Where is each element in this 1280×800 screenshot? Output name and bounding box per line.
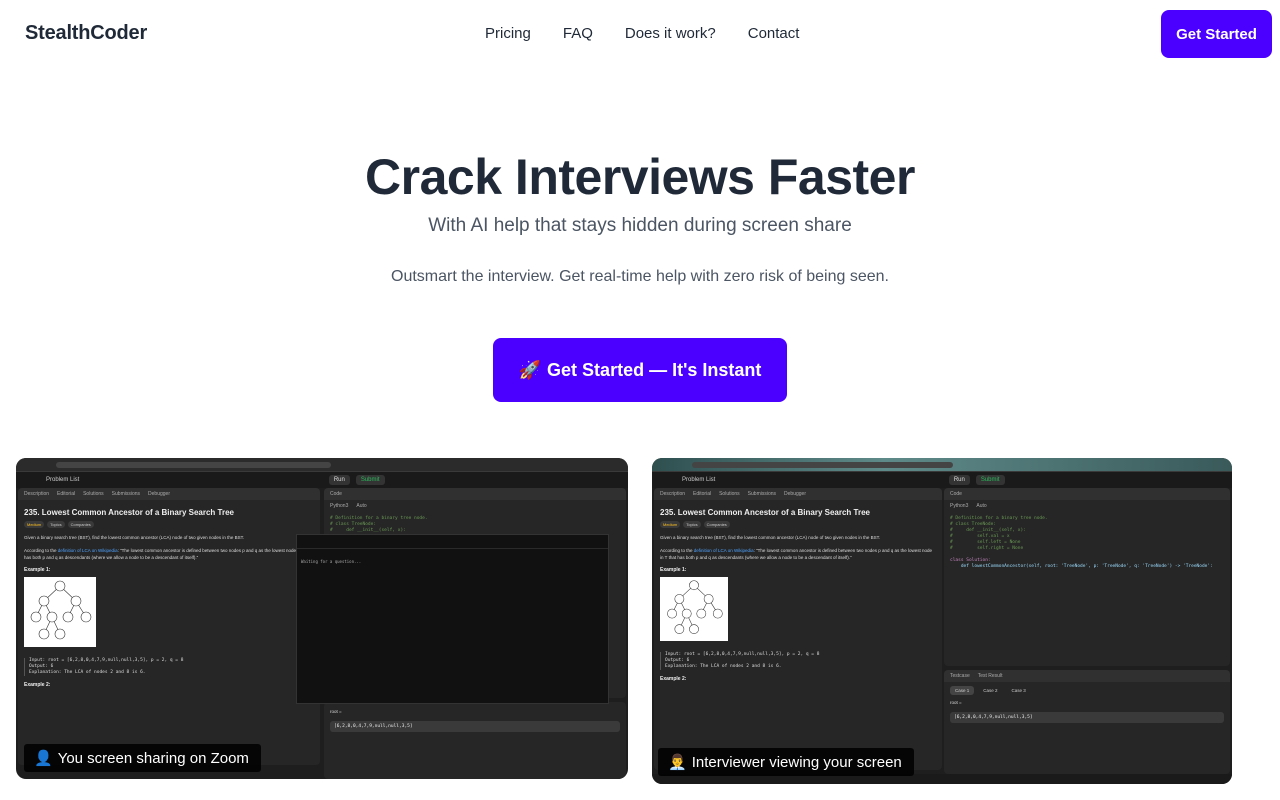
example-1-label: Example 1: xyxy=(660,567,687,573)
overlay-status: Waiting for a question... xyxy=(301,559,362,564)
leetcode-toolbar: Problem List Run Submit xyxy=(16,472,628,488)
interviewer-view-screenshot: Problem List Run Submit Description Edit… xyxy=(652,458,1232,784)
nav-link-does-it-work[interactable]: Does it work? xyxy=(625,25,716,42)
example-1-block: Input: root = [6,2,8,0,4,7,9,null,null,3… xyxy=(24,658,314,676)
submit-label: Submit xyxy=(355,475,385,485)
root-input: [6,2,8,0,4,7,9,null,null,3,5] xyxy=(950,712,1224,723)
testcase-pane: Testcase Test Result Case 1 Case 2 Case … xyxy=(944,670,1230,774)
left-caption: 👤 You screen sharing on Zoom xyxy=(24,744,261,772)
hero-get-started-button[interactable]: 🚀 Get Started — It's Instant xyxy=(493,338,787,402)
example-explanation: Explanation: The LCA of nodes 2 and 8 is… xyxy=(665,664,782,669)
case-2-tab: Case 2 xyxy=(983,688,998,693)
stealthcoder-overlay: Waiting for a question... xyxy=(296,534,609,704)
tab-solutions: Solutions xyxy=(719,491,740,497)
bst-diagram xyxy=(660,577,728,641)
problem-definition: According to the definition of LCA on Wi… xyxy=(660,548,933,560)
tab-solutions: Solutions xyxy=(83,491,104,497)
interviewer-icon: 👨‍💼 xyxy=(668,754,687,771)
testcase-pane: root = [6,2,8,0,4,7,9,null,null,3,5] xyxy=(324,702,626,779)
problem-description: Given a binary search tree (BST), find t… xyxy=(660,535,881,540)
example-1-block: Input: root = [6,2,8,0,4,7,9,null,null,3… xyxy=(660,652,936,670)
submit-label: Submit xyxy=(975,475,1005,485)
case-3-tab: Case 3 xyxy=(1011,688,1026,693)
companies-chip: Companies xyxy=(703,521,730,528)
overlay-header xyxy=(297,535,608,549)
code-tab: Code xyxy=(950,491,962,497)
bst-diagram xyxy=(24,577,96,647)
topics-chip: Topics xyxy=(47,521,65,528)
code-pane: Code Python3 Auto # Definition for a bina… xyxy=(944,488,1230,666)
hero-tagline: Outsmart the interview. Get real-time he… xyxy=(391,268,889,285)
code-tab: Code xyxy=(330,491,342,497)
problem-title: 235. Lowest Common Ancestor of a Binary … xyxy=(24,508,234,517)
nav-link-faq[interactable]: FAQ xyxy=(563,25,593,42)
logo[interactable]: StealthCoder xyxy=(25,22,147,45)
hero-title: Crack Interviews Faster xyxy=(365,149,915,205)
tab-debugger: Debugger xyxy=(784,491,806,497)
root-label: root = xyxy=(950,700,962,705)
right-caption: 👨‍💼 Interviewer viewing your screen xyxy=(658,748,914,776)
problem-list-label: Problem List xyxy=(46,477,80,483)
root-label: root = xyxy=(330,709,342,714)
topics-chip: Topics xyxy=(683,521,701,528)
tab-description: Description xyxy=(660,491,686,497)
example-2-label: Example 2: xyxy=(660,676,687,682)
tab-description: Description xyxy=(24,491,50,497)
hero-subtitle: With AI help that stays hidden during sc… xyxy=(428,215,852,236)
left-caption-text: You screen sharing on Zoom xyxy=(57,749,249,767)
top-nav: StealthCoder Pricing FAQ Does it work? C… xyxy=(0,0,1280,68)
difficulty-chip: Medium xyxy=(660,521,681,528)
nav-link-contact[interactable]: Contact xyxy=(748,25,800,42)
example-1-label: Example 1: xyxy=(24,567,51,573)
problem-definition: According to the definition of LCA on Wi… xyxy=(24,548,314,560)
browser-bar xyxy=(16,458,628,472)
run-label: Run xyxy=(328,475,350,485)
tab-debugger: Debugger xyxy=(148,491,170,497)
description-pane: Description Editorial Solutions Submissi… xyxy=(18,488,320,765)
language-label: Python3 xyxy=(950,503,969,509)
language-label: Python3 xyxy=(330,503,349,509)
root-input: [6,2,8,0,4,7,9,null,null,3,5] xyxy=(330,721,620,732)
get-started-button[interactable]: Get Started xyxy=(1161,10,1272,58)
problem-description: Given a binary search tree (BST), find t… xyxy=(24,535,245,540)
tab-editorial: Editorial xyxy=(57,491,76,497)
browser-bar xyxy=(652,458,1232,472)
testcase-tab: Testcase xyxy=(950,673,970,679)
tab-submissions: Submissions xyxy=(111,491,141,497)
rocket-icon: 🚀 xyxy=(518,359,542,380)
user-icon: 👤 xyxy=(34,750,53,767)
leetcode-toolbar: Problem List Run Submit xyxy=(652,472,1232,488)
companies-chip: Companies xyxy=(67,521,94,528)
problem-title: 235. Lowest Common Ancestor of a Binary … xyxy=(660,508,870,517)
description-pane: Description Editorial Solutions Submissi… xyxy=(654,488,942,770)
example-explanation: Explanation: The LCA of nodes 2 and 8 is… xyxy=(29,670,146,675)
tab-submissions: Submissions xyxy=(747,491,777,497)
tab-editorial: Editorial xyxy=(693,491,712,497)
example-2-label: Example 2: xyxy=(24,682,51,688)
hero-cta-label: Get Started — It's Instant xyxy=(547,359,762,380)
test-result-tab: Test Result xyxy=(977,673,1003,679)
right-caption-text: Interviewer viewing your screen xyxy=(691,753,902,771)
auto-label: Auto xyxy=(356,503,367,509)
zoom-share-screenshot: Problem List Run Submit Description Edit… xyxy=(16,458,628,779)
case-1-tab: Case 1 xyxy=(950,686,975,695)
code-editor: # Definition for a binary tree node. # c… xyxy=(950,516,1213,569)
nav-links: Pricing FAQ Does it work? Contact xyxy=(485,25,799,42)
run-label: Run xyxy=(948,475,970,485)
difficulty-chip: Medium xyxy=(24,521,45,528)
auto-label: Auto xyxy=(976,503,987,509)
nav-link-pricing[interactable]: Pricing xyxy=(485,25,531,42)
problem-list-label: Problem List xyxy=(682,477,716,483)
